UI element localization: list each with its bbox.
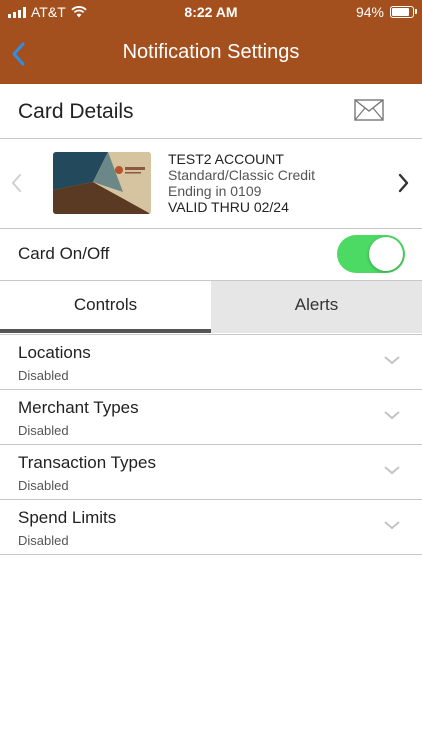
card-image (53, 152, 151, 214)
list-item-spend-limits[interactable]: Spend Limits Disabled (0, 499, 422, 555)
chevron-right-icon[interactable] (394, 171, 412, 195)
status-bar: AT&T 8:22 AM 94% (0, 0, 422, 24)
card-ending: Ending in 0109 (168, 183, 262, 199)
battery-fill (392, 8, 409, 16)
card-valid-thru: VALID THRU 02/24 (168, 199, 289, 215)
card-toggle-label: Card On/Off (18, 244, 110, 263)
list-item-name: Merchant Types (18, 398, 139, 417)
controls-list: Locations Disabled Merchant Types Disabl… (0, 334, 422, 555)
card-text: TEST2 ACCOUNT Standard/Classic Credit En… (168, 151, 315, 215)
list-item-transaction-types[interactable]: Transaction Types Disabled (0, 444, 422, 500)
mail-icon[interactable] (354, 99, 384, 121)
list-item-status: Disabled (18, 423, 69, 438)
tab-bar: Controls Alerts (0, 281, 422, 333)
list-item-status: Disabled (18, 368, 69, 383)
chevron-down-icon[interactable] (383, 464, 401, 476)
card-toggle-switch[interactable] (337, 235, 405, 273)
list-item-merchant-types[interactable]: Merchant Types Disabled (0, 389, 422, 445)
battery-icon (390, 6, 417, 18)
card-account-name: TEST2 ACCOUNT (168, 151, 284, 167)
list-item-name: Transaction Types (18, 453, 156, 472)
tab-controls[interactable]: Controls (0, 281, 211, 333)
battery-percent: 94% (355, 4, 384, 20)
card-details-title: Card Details (18, 100, 134, 123)
chevron-left-icon[interactable] (8, 171, 26, 195)
list-item-name: Spend Limits (18, 508, 117, 527)
list-item-status: Disabled (18, 533, 69, 548)
card-artwork (53, 152, 151, 214)
list-item-status: Disabled (18, 478, 69, 493)
card-type: Standard/Classic Credit (168, 167, 316, 183)
toggle-knob (369, 237, 403, 271)
list-item-name: Locations (18, 343, 91, 362)
chevron-down-icon[interactable] (383, 519, 401, 531)
navigation-bar: Notification Settings (0, 24, 422, 84)
list-item-locations[interactable]: Locations Disabled (0, 334, 422, 390)
chevron-down-icon[interactable] (383, 409, 401, 421)
status-right: 94% (355, 4, 417, 20)
chevron-down-icon[interactable] (383, 354, 401, 366)
page-title: Notification Settings (122, 41, 300, 63)
card-info: TEST2 ACCOUNT Standard/Classic Credit En… (0, 139, 422, 229)
card-details-header: Card Details (0, 84, 422, 139)
tab-alerts[interactable]: Alerts (211, 281, 422, 333)
card-toggle-row: Card On/Off (0, 229, 422, 281)
